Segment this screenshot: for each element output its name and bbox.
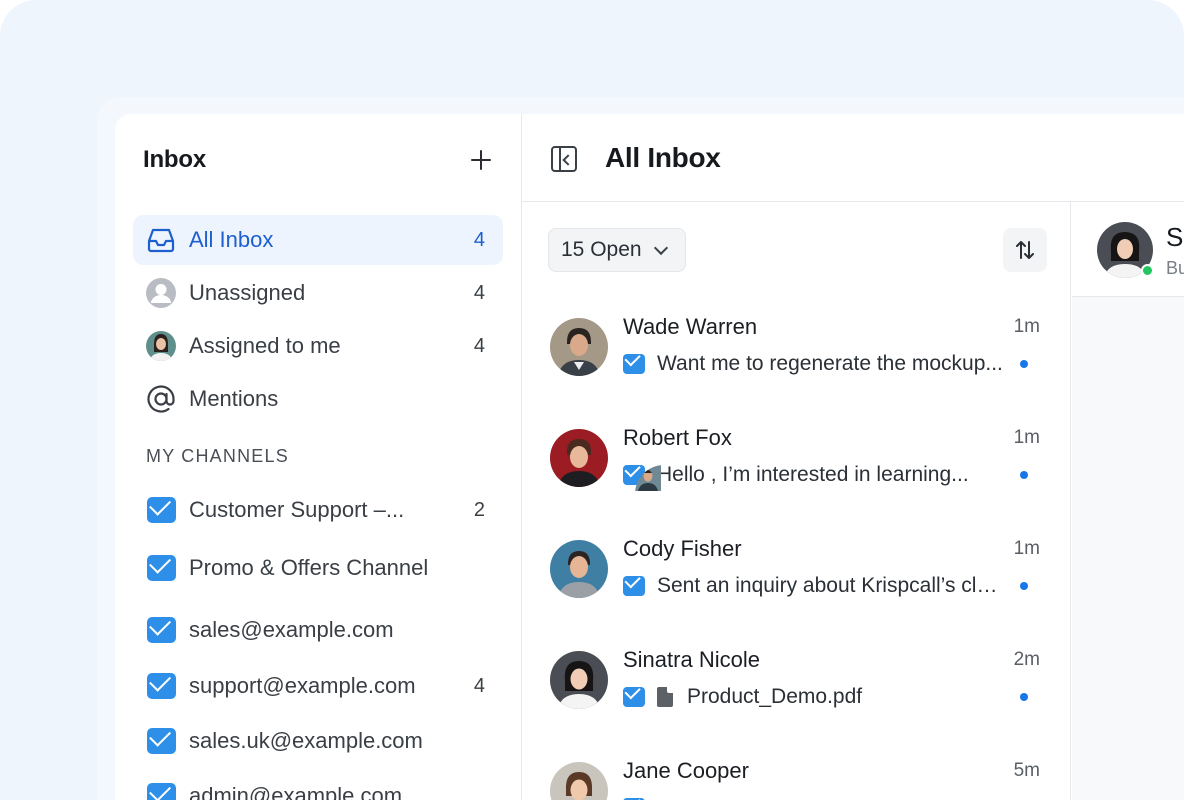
conversation-item[interactable]: Cody Fisher 1m Sent an inquiry about Kri… [550,536,1040,616]
sidebar-channel-promo-offers[interactable]: Promo & Offers Channel [133,543,503,593]
mail-icon [145,494,177,526]
inbox-tray-icon [145,224,177,256]
contact-name: Wade Warren [623,314,758,339]
sidebar-item-count: 4 [473,281,485,304]
sort-arrows-icon [1016,241,1034,259]
sidebar-channel-admin[interactable]: admin@example.com [133,771,503,800]
file-icon [657,687,673,707]
channel-label: admin@example.com [189,783,403,800]
channel-label: sales@example.com [189,617,394,642]
sidebar-header: Inbox [143,144,495,176]
main-header: All Inbox [522,114,1184,202]
sidebar-channel-support[interactable]: support@example.com 4 [133,661,503,711]
conversation-item[interactable]: Jane Cooper 5m [550,758,1040,800]
conversation-list: 15 Open Wade Warren 1m Want me to regene… [522,202,1071,800]
chevron-down-icon [653,240,668,255]
unread-dot [1020,582,1028,590]
filter-label: 15 Open [561,238,642,261]
mail-icon [145,725,177,757]
message-preview: Hello , I’m interested in learning... [623,461,1040,491]
timestamp: 1m [1013,427,1040,448]
sort-button[interactable] [1003,228,1047,272]
unread-dot [1020,360,1028,368]
sidebar-title: Inbox [143,146,206,173]
online-status-indicator [1141,264,1154,277]
main-area: All Inbox 15 Open Wade Warren 1m Want me… [522,114,1184,800]
sidebar-item-label: Unassigned [189,280,306,305]
user-placeholder-icon [145,277,177,309]
sidebar-item-label: All Inbox [189,227,274,252]
sidebar-item-all-inbox[interactable]: All Inbox 4 [133,215,503,265]
message-preview: Product_Demo.pdf [623,683,1040,711]
message-preview: Want me to regenerate the mockup... [623,350,1040,378]
conversation-item[interactable]: Wade Warren 1m Want me to regenerate the… [550,314,1040,394]
mail-icon [145,670,177,702]
user-avatar-icon [145,330,177,362]
my-channels-heading: MY CHANNELS [146,446,289,466]
channel-label: Promo & Offers Channel [189,555,429,580]
contact-name: Jane Cooper [623,758,749,783]
mail-icon [145,552,177,584]
sidebar-item-count: 4 [473,334,485,357]
sidebar-item-label: Mentions [189,386,279,411]
timestamp: 1m [1013,538,1040,559]
mail-icon [145,780,177,800]
message-preview [623,794,1040,800]
contact-subtitle: Bu [1166,258,1184,278]
unread-dot [1020,693,1028,701]
channel-label: sales.uk@example.com [189,728,423,753]
sidebar-channel-sales[interactable]: sales@example.com [133,605,503,655]
channel-count: 4 [473,674,485,697]
timestamp: 2m [1013,649,1040,670]
contact-name: Sinatra Nicole [623,647,760,672]
avatar [550,762,608,800]
message-preview: Sent an inquiry about Krispcall’s clo... [623,572,1040,600]
mail-icon [145,614,177,646]
preview-text: Hello , I’m interested in learning... [657,463,969,486]
at-sign-icon [145,383,177,415]
sidebar-item-unassigned[interactable]: Unassigned 4 [133,268,503,318]
assignee-avatar [635,465,693,523]
attachment-name: Product_Demo.pdf [687,685,863,708]
channel-label: Customer Support –... [189,497,405,522]
mail-icon [623,354,645,374]
detail-header: Si Bu [1072,202,1184,297]
page-title: All Inbox [605,142,721,173]
conversation-item[interactable]: Sinatra Nicole 2m Product_Demo.pdf [550,647,1040,727]
collapse-sidebar-icon[interactable] [551,146,577,172]
mail-icon [623,576,645,596]
timestamp: 1m [1013,316,1040,337]
sidebar-channel-customer-support[interactable]: Customer Support –... 2 [133,485,503,535]
add-inbox-button[interactable] [467,146,495,174]
contact-name: Si [1166,222,1184,252]
avatar [550,540,608,598]
sidebar-channel-sales-uk[interactable]: sales.uk@example.com [133,716,503,766]
mail-icon [623,687,645,707]
channel-label: support@example.com [189,673,416,698]
avatar [550,429,608,487]
sidebar-item-label: Assigned to me [189,333,341,358]
sidebar-item-mentions[interactable]: Mentions [133,374,503,424]
avatar [550,318,608,376]
conversation-detail: Si Bu [1072,202,1184,800]
unread-dot [1020,471,1028,479]
timestamp: 5m [1013,760,1040,781]
inbox-app: Inbox All Inbox 4 Unassigned 4 Assigned … [115,114,1184,800]
sidebar-item-count: 4 [473,228,485,251]
status-filter-dropdown[interactable]: 15 Open [548,228,686,272]
contact-name: Robert Fox [623,425,732,450]
conversation-item[interactable]: Robert Fox 1m Hello , I’m interested in … [550,425,1040,505]
sidebar: Inbox All Inbox 4 Unassigned 4 Assigned … [115,114,522,800]
avatar [550,651,608,709]
preview-text: Sent an inquiry about Krispcall’s clo... [657,574,1004,597]
channel-count: 2 [473,498,485,521]
sidebar-item-assigned-to-me[interactable]: Assigned to me 4 [133,321,503,371]
contact-name: Cody Fisher [623,536,742,561]
preview-text: Want me to regenerate the mockup... [657,352,1003,375]
